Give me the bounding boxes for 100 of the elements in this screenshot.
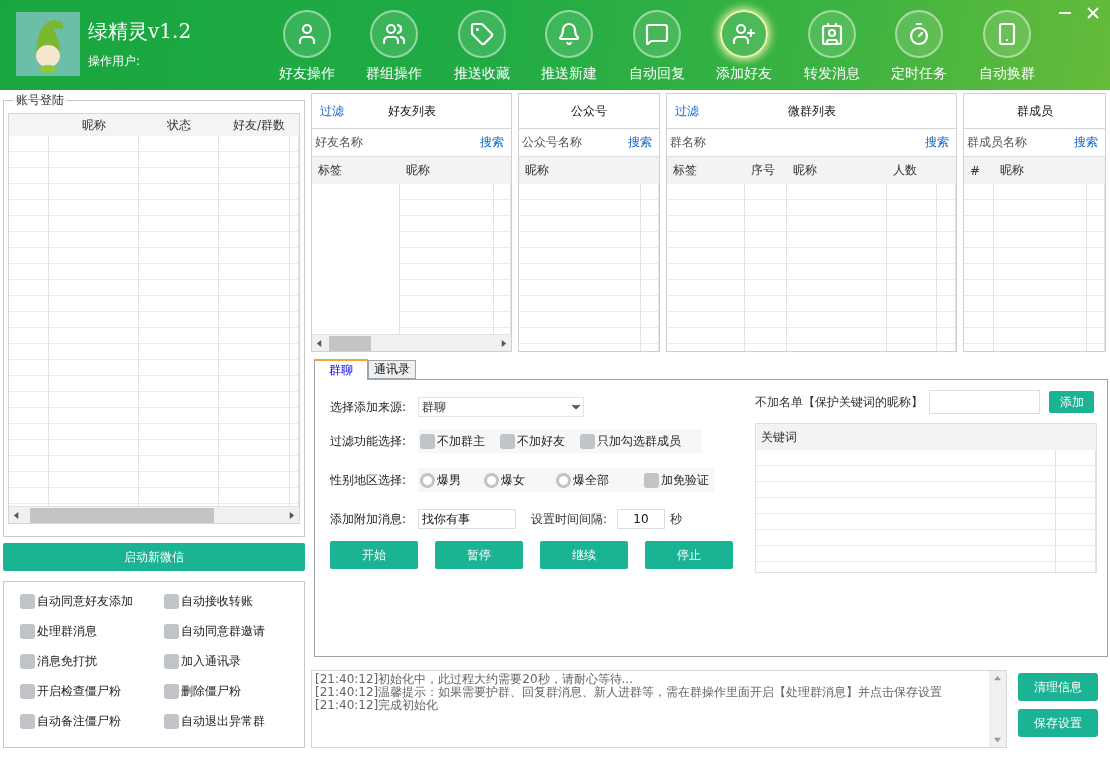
checkbox-box[interactable] [164,713,179,729]
add-user-icon [732,22,757,46]
log-line: [21:40:12]初始化中，此过程大约需要20秒，请耐心等待... [315,673,634,686]
source-dropdown[interactable]: 群聊 [418,397,584,417]
message-field[interactable]: 找你有事 [418,509,516,529]
group-title: 账号登陆 [15,92,65,109]
checkbox[interactable]: 加入通讯录 [164,651,304,671]
checkbox[interactable]: 自动同意好友添加 [20,591,164,611]
scroll-up-icon[interactable] [994,675,1001,682]
tab[interactable]: 通讯录 [368,360,416,379]
checkbox-box[interactable] [500,433,515,449]
checkbox-box[interactable] [20,653,35,669]
checkbox-box[interactable] [164,593,179,609]
checkbox-label: 开启检查僵尸粉 [37,682,121,700]
checkbox-box[interactable] [164,653,179,669]
contact-card-icon [819,22,844,46]
field-label: 选择添加来源: [330,398,408,416]
toolbar-button[interactable]: 群组操作 [350,0,438,90]
search-label: 公众号名称 [522,134,582,151]
unit-label: 秒 [670,510,682,528]
search-link[interactable]: 搜索 [480,134,504,151]
column-header: 昵称 [524,162,550,179]
checkbox[interactable]: 消息免打扰 [20,651,164,671]
field-label: 设置时间间隔: [531,510,609,528]
radio-label: 爆男 [437,471,461,489]
toolbar-button[interactable]: 好友操作 [263,0,351,90]
filter-link[interactable]: 过滤 [320,102,344,120]
search-link[interactable]: 搜索 [1074,134,1098,151]
checkbox-box[interactable] [164,683,179,699]
horizontal-scrollbar[interactable] [9,506,299,523]
field-label: 性别地区选择: [330,471,408,489]
scroll-down-icon[interactable] [994,736,1001,743]
column-header: 昵称 [999,162,1025,179]
scroll-right-icon[interactable] [500,339,507,347]
tag-icon [469,22,494,46]
checkbox-label: 不加群主 [437,432,485,450]
checkbox[interactable]: 自动退出异常群 [164,711,304,731]
scroll-right-icon[interactable] [288,511,295,519]
checkbox-label: 删除僵尸粉 [181,682,241,700]
chat-icon [644,22,669,46]
checkbox-box[interactable] [580,433,595,449]
search-link[interactable]: 搜索 [628,134,652,151]
checkbox[interactable]: 处理群消息 [20,621,164,641]
keyword-field[interactable] [929,390,1040,414]
column-header: 标签 [317,162,343,179]
checkbox-label: 不加好友 [517,432,565,450]
checkbox-box[interactable] [644,472,659,488]
checkbox[interactable]: 自动接收转账 [164,591,304,611]
column-header: 昵称 [792,162,818,179]
interval-field[interactable]: 10 [617,509,665,529]
horizontal-scrollbar[interactable] [312,334,511,351]
checkbox-label: 加免验证 [661,471,709,489]
user-label: 操作用户: [88,53,142,70]
checkbox-box[interactable] [20,683,35,699]
checkbox-box[interactable] [20,713,35,729]
radio-circle[interactable] [556,472,571,488]
checkbox[interactable]: 删除僵尸粉 [164,681,304,701]
column-header: # [969,163,982,178]
search-label: 好友名称 [315,134,363,151]
vertical-scrollbar[interactable] [989,671,1006,747]
column-header: 状态 [166,116,192,134]
checkbox-box[interactable] [420,433,435,449]
checkbox-box[interactable] [20,623,35,639]
app-title: 绿精灵v1.2 [88,18,193,45]
search-label: 群名称 [670,134,706,151]
log-line: [21:40:12]温馨提示：如果需要护群、回复群消息、新人进群等，需在群操作里面开启【处理群消息】并点击保存设置 [315,686,944,699]
list-title: 群成员 [1015,102,1054,120]
field-label: 不加名单【保护关键词的昵称】 [755,393,924,411]
filter-link[interactable]: 过滤 [675,102,699,120]
checkbox-label: 自动退出异常群 [181,712,265,730]
bell-icon [557,22,582,46]
search-link[interactable]: 搜索 [925,134,949,151]
scroll-left-icon[interactable] [316,339,323,347]
tab[interactable]: 群聊 [314,359,368,380]
radio-circle[interactable] [484,472,499,488]
column-header: 序号 [750,162,776,179]
list-title: 公众号 [570,102,608,120]
checkbox-label: 自动接收转账 [181,592,253,610]
checkbox-box[interactable] [164,623,179,639]
checkbox[interactable]: 开启检查僵尸粉 [20,681,164,701]
column-header: 好友/群数 [231,116,286,134]
column-header: 昵称 [81,116,107,134]
radio-circle[interactable] [420,472,435,488]
search-label: 群成员名称 [967,134,1027,151]
logo-icon [16,12,80,76]
checkbox-label: 处理群消息 [37,622,97,640]
checkbox-box[interactable] [20,593,35,609]
checkbox-label: 只加勾选群成员 [597,432,681,450]
checkbox-label: 消息免打扰 [37,652,97,670]
checkbox[interactable]: 自动同意群邀请 [164,621,304,641]
radio-label: 爆全部 [573,471,609,489]
toolbar-button[interactable]: 推送收藏 [438,0,526,90]
checkbox-label: 自动备注僵尸粉 [37,712,121,730]
checkbox[interactable]: 自动备注僵尸粉 [20,711,164,731]
radio-label: 爆女 [501,471,525,489]
column-header: 昵称 [405,162,431,179]
scroll-left-icon[interactable] [13,511,20,519]
checkbox-label: 自动同意群邀请 [181,622,265,640]
list-title: 好友列表 [386,102,437,120]
users-icon [382,22,407,46]
